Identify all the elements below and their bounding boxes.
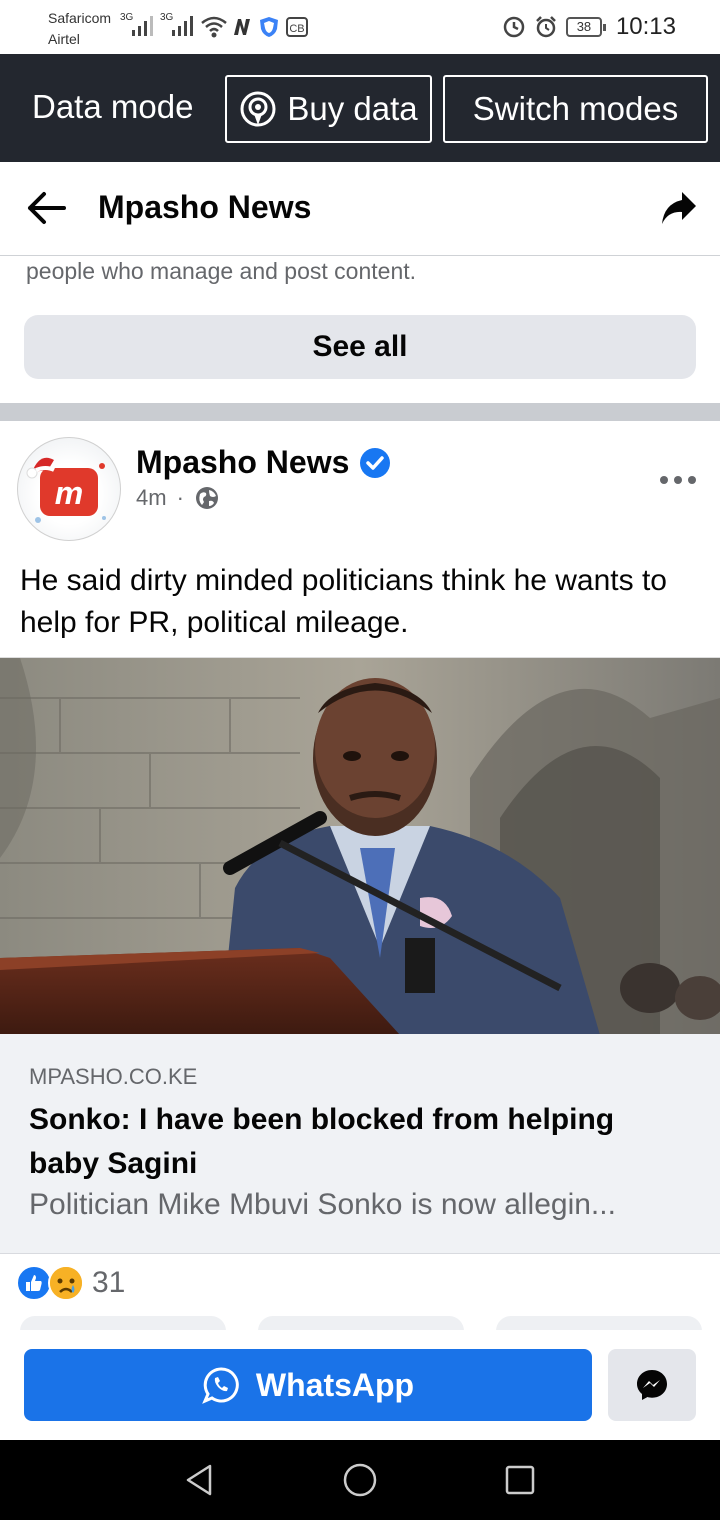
link-description: Politician Mike Mbuvi Sonko is now alleg… (29, 1188, 616, 1221)
status-right-group: 38 10:13 (502, 12, 676, 42)
wifi-icon (201, 16, 227, 38)
data-mode-title: Data mode (32, 88, 194, 125)
data-saver-icon (503, 16, 525, 38)
arrow-left-icon[interactable] (24, 188, 70, 228)
switch-modes-button[interactable]: Switch modes (443, 75, 708, 143)
svg-text:m: m (55, 475, 83, 511)
post-meta: 4m · (136, 485, 220, 511)
whatsapp-button[interactable]: WhatsApp (24, 1349, 592, 1421)
more-dots-icon[interactable] (658, 468, 698, 492)
messenger-button[interactable] (608, 1349, 696, 1421)
like-reaction-icon (16, 1265, 52, 1301)
section-divider (0, 403, 720, 421)
globe-icon (195, 487, 218, 509)
messenger-icon (637, 1370, 667, 1400)
shield-icon (260, 17, 278, 37)
alarm-icon (536, 16, 556, 38)
see-all-button[interactable]: See all (24, 315, 696, 379)
buy-data-label: Buy data (287, 90, 418, 127)
bottom-action-bar: WhatsApp (0, 1330, 720, 1440)
link-preview[interactable]: MPASHO.CO.KE Sonko: I have been blocked … (0, 1034, 720, 1254)
whatsapp-label: WhatsApp (255, 1366, 415, 1403)
n-app-icon (234, 19, 250, 35)
svg-text:CB: CB (289, 23, 304, 35)
carrier-1: Safaricom (48, 10, 112, 26)
share-arrow-icon[interactable] (660, 190, 698, 226)
nav-home-icon[interactable] (342, 1462, 378, 1498)
carrier-names: Safaricom Airtel (48, 8, 111, 50)
sad-face-glyph (50, 1267, 82, 1299)
page-header: Mpasho News (0, 162, 720, 256)
cb-icon: CB (286, 17, 308, 37)
thumbs-up-glyph (26, 1275, 42, 1291)
signal-icon (132, 16, 153, 36)
signal-icon-2 (172, 16, 193, 36)
post-author[interactable]: Mpasho News (136, 444, 391, 481)
post-text: He said dirty minded politicians think h… (20, 564, 667, 639)
clock: 10:13 (615, 13, 676, 40)
battery-indicator: 38 (565, 17, 606, 37)
system-nav-bar (0, 1440, 720, 1520)
sad-reaction-icon (48, 1265, 84, 1301)
meta-separator: · (176, 485, 184, 510)
about-text: people who manage and post content. (26, 258, 417, 284)
reaction-count: 31 (92, 1266, 126, 1299)
mpasho-logo: m (26, 457, 106, 523)
post-image[interactable] (0, 657, 720, 1034)
link-domain: MPASHO.CO.KE (29, 1064, 198, 1089)
data-mode-bar: Data mode Buy data Switch modes (0, 54, 720, 162)
buy-data-button[interactable]: Buy data (225, 75, 432, 143)
page-title: Mpasho News (98, 189, 312, 225)
post-author-name: Mpasho News (136, 444, 350, 480)
whatsapp-icon (202, 1367, 239, 1404)
carrier-2: Airtel (48, 31, 80, 47)
switch-modes-label: Switch modes (472, 90, 679, 127)
reactions-summary[interactable]: 31 (16, 1264, 125, 1302)
nav-recents-icon[interactable] (502, 1462, 538, 1498)
avatar[interactable]: m (17, 437, 121, 541)
status-bar: Safaricom Airtel 3G 3G CB 38 10:13 (0, 0, 720, 54)
hotspot-icon (240, 91, 276, 127)
nav-back-icon[interactable] (182, 1462, 218, 1498)
verified-check-icon (360, 447, 391, 478)
link-title: Sonko: I have been blocked from helping … (29, 1103, 615, 1180)
politician-at-podium-photo (0, 658, 720, 1034)
post-time[interactable]: 4m (136, 485, 167, 511)
